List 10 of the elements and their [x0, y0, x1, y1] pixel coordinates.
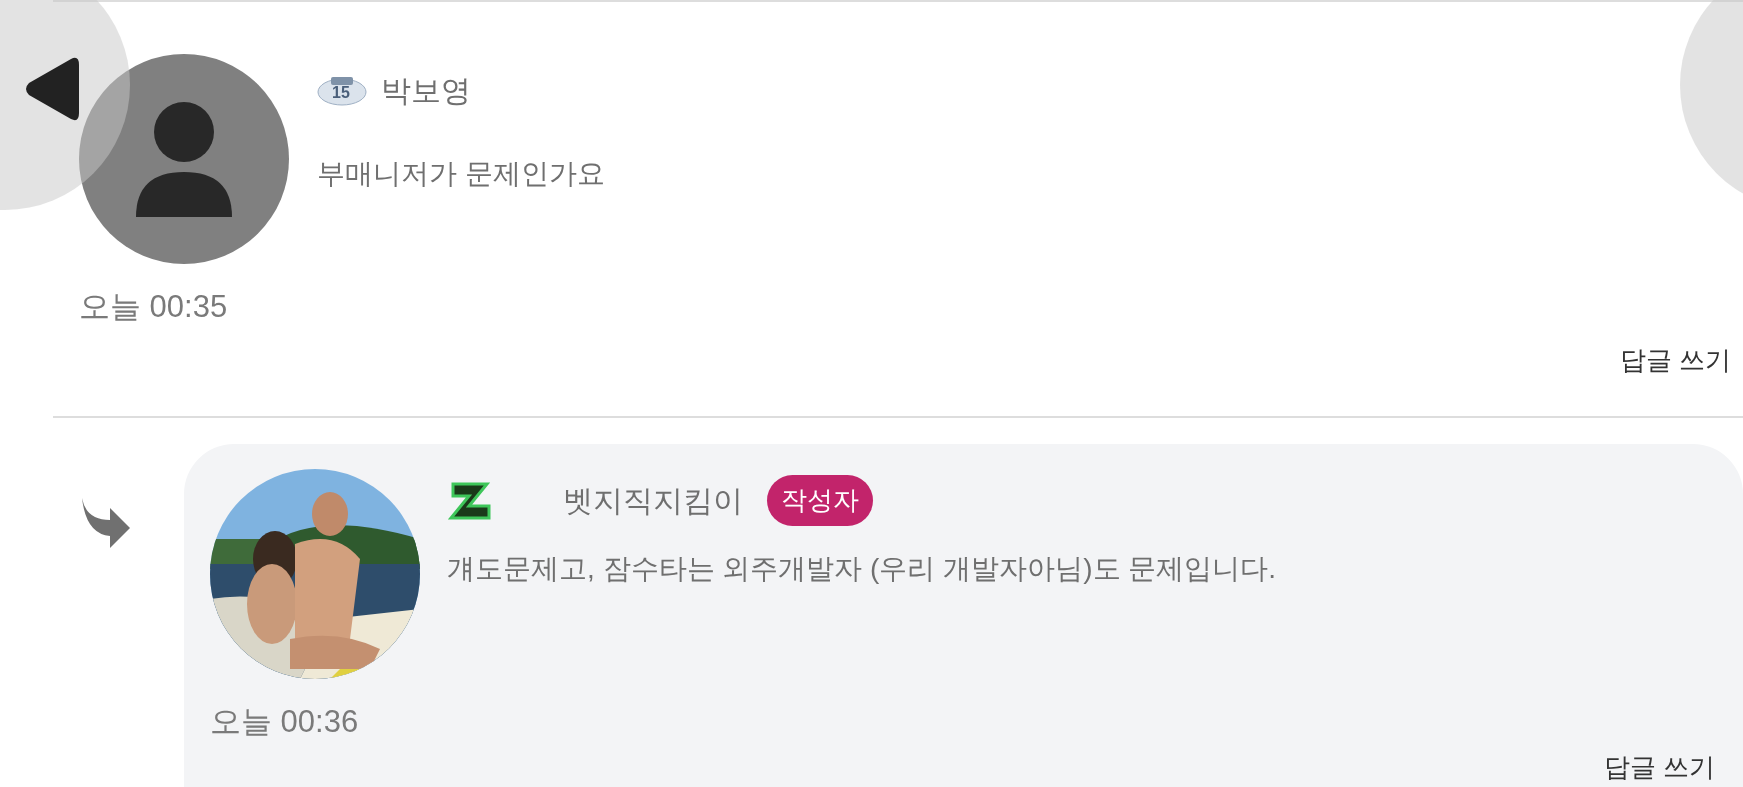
comment-text: 부매니저가 문제인가요	[317, 157, 605, 191]
timestamp: 오늘 00:36	[210, 703, 360, 741]
left-arrow-icon	[23, 55, 79, 123]
reply-link[interactable]: 답글 쓰기	[1619, 340, 1731, 380]
author-badge: 작성자	[767, 475, 873, 526]
author-name: 벳지직지킴이	[563, 483, 743, 519]
comment-text: 걔도문제고, 잠수타는 외주개발자 (우리 개발자아님)도 문제입니다.	[447, 552, 1277, 586]
timestamp: 오늘 00:35	[79, 288, 229, 326]
reply-link[interactable]: 답글 쓰기	[1603, 747, 1715, 787]
author-name: 박보영	[381, 73, 471, 109]
